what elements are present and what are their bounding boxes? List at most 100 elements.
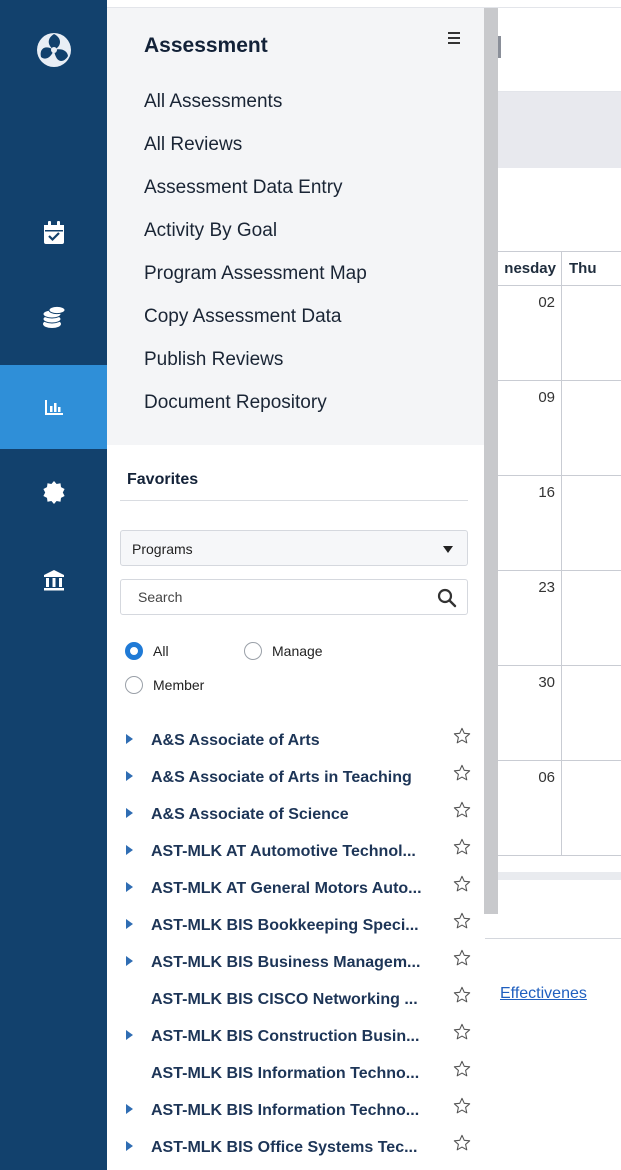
menu-item-activity-by-goal[interactable]: Activity By Goal — [144, 220, 367, 263]
calendar-date: 06 — [538, 769, 555, 786]
effectiveness-link[interactable]: Effectivenes — [500, 985, 587, 1003]
menu-list: All Assessments All Reviews Assessment D… — [144, 91, 367, 435]
program-name[interactable]: AST-MLK AT Automotive Technol... — [151, 843, 441, 861]
program-item[interactable]: AST-MLK AT Automotive Technol... — [107, 834, 485, 871]
expand-caret-icon[interactable] — [126, 771, 133, 781]
program-name[interactable]: A&S Associate of Science — [151, 806, 441, 824]
page-divider — [484, 938, 621, 939]
calendar-header: nesday Thu — [484, 252, 621, 286]
assessment-menu: Assessment All Assessments All Reviews A… — [107, 8, 485, 445]
program-name[interactable]: AST-MLK BIS Business Managem... — [151, 954, 441, 972]
expand-caret-icon[interactable] — [126, 1030, 133, 1040]
program-name[interactable]: AST-MLK BIS Office Systems Tec... — [151, 1139, 441, 1157]
program-name[interactable]: AST-MLK BIS Information Techno... — [151, 1065, 441, 1083]
star-icon[interactable] — [453, 1134, 471, 1152]
star-icon[interactable] — [453, 1023, 471, 1041]
program-item[interactable]: AST-MLK BIS Construction Busin... — [107, 1019, 485, 1056]
rail-item-assessment[interactable] — [0, 365, 107, 449]
menu-item-program-assessment-map[interactable]: Program Assessment Map — [144, 263, 367, 306]
menu-item-document-repository[interactable]: Document Repository — [144, 392, 367, 435]
program-name[interactable]: A&S Associate of Arts — [151, 732, 441, 750]
star-icon[interactable] — [453, 949, 471, 967]
calendar-week-row[interactable]: 16 — [484, 476, 621, 571]
triskelion-logo-icon[interactable] — [0, 8, 107, 92]
menu-item-all-assessments[interactable]: All Assessments — [144, 91, 367, 134]
calendar-week-row[interactable]: 23 — [484, 571, 621, 666]
star-icon[interactable] — [453, 1097, 471, 1115]
program-item[interactable]: AST-MLK BIS Business Managem... — [107, 945, 485, 982]
program-name[interactable]: A&S Associate of Arts in Teaching — [151, 769, 441, 787]
program-item[interactable]: AST-MLK BIS Bookkeeping Speci... — [107, 908, 485, 945]
program-item[interactable]: A&S Associate of Arts in Teaching — [107, 760, 485, 797]
program-item[interactable]: AST-MLK BIS CISCO Networking ... — [107, 982, 485, 1019]
institution-icon — [43, 570, 64, 591]
expand-caret-icon[interactable] — [126, 808, 133, 818]
radio-label: All — [153, 643, 169, 659]
rail-item-institution[interactable] — [0, 538, 107, 622]
menu-item-copy-assessment-data[interactable]: Copy Assessment Data — [144, 306, 367, 349]
calendar-week-row[interactable]: 30 — [484, 666, 621, 761]
search-input[interactable] — [122, 581, 422, 613]
radio-dot — [125, 642, 143, 660]
expand-caret-icon[interactable] — [126, 734, 133, 744]
menu-item-assessment-data-entry[interactable]: Assessment Data Entry — [144, 177, 367, 220]
calendar-date: 30 — [538, 674, 555, 691]
hamburger-menu-icon[interactable] — [444, 28, 464, 48]
star-icon[interactable] — [453, 1060, 471, 1078]
favorites-program-list: A&S Associate of Arts A&S Associate of Ar… — [107, 723, 485, 1167]
calendar-grid: nesday Thu 02 09 16 23 30 06 — [484, 251, 621, 875]
program-item[interactable]: AST-MLK BIS Information Techno... — [107, 1093, 485, 1130]
program-name[interactable]: AST-MLK BIS Construction Busin... — [151, 1028, 441, 1046]
calendar-date: 16 — [538, 484, 555, 501]
badge-icon — [42, 481, 65, 504]
calendar-week-row[interactable]: 09 — [484, 381, 621, 476]
calendar-week-row[interactable]: 06 — [484, 761, 621, 856]
calendar-footer-shade — [484, 872, 621, 880]
expand-caret-icon[interactable] — [126, 1141, 133, 1151]
program-item[interactable]: A&S Associate of Arts — [107, 723, 485, 760]
program-item[interactable]: AST-MLK BIS Office Systems Tec... — [107, 1130, 485, 1167]
radio-manage[interactable]: Manage — [244, 642, 323, 660]
star-icon[interactable] — [453, 875, 471, 893]
calendar-date: 02 — [538, 294, 555, 311]
search-icon[interactable] — [437, 588, 457, 608]
radio-label: Manage — [272, 643, 323, 659]
coins-icon — [42, 305, 65, 328]
favorites-type-select[interactable]: Programs — [120, 530, 468, 566]
star-icon[interactable] — [453, 986, 471, 1004]
menu-item-publish-reviews[interactable]: Publish Reviews — [144, 349, 367, 392]
program-name[interactable]: AST-MLK BIS CISCO Networking ... — [151, 991, 441, 1009]
menu-title: Assessment — [144, 34, 268, 57]
star-icon[interactable] — [453, 727, 471, 745]
flyout-scrollbar[interactable] — [484, 8, 498, 914]
star-icon[interactable] — [453, 912, 471, 930]
expand-caret-icon[interactable] — [126, 956, 133, 966]
favorites-search — [120, 579, 468, 615]
program-name[interactable]: AST-MLK BIS Information Techno... — [151, 1102, 441, 1120]
radio-label: Member — [153, 677, 205, 693]
rail-item-budget[interactable] — [0, 275, 107, 359]
expand-caret-icon[interactable] — [126, 845, 133, 855]
radio-dot — [244, 642, 262, 660]
program-item[interactable]: AST-MLK AT General Motors Auto... — [107, 871, 485, 908]
calendar-date: 23 — [538, 579, 555, 596]
radio-all[interactable]: All — [125, 642, 169, 660]
rail-item-calendar[interactable] — [0, 191, 107, 275]
rail-item-badge[interactable] — [0, 450, 107, 534]
menu-item-all-reviews[interactable]: All Reviews — [144, 134, 367, 177]
expand-caret-icon[interactable] — [126, 919, 133, 929]
program-name[interactable]: AST-MLK AT General Motors Auto... — [151, 880, 441, 898]
radio-member[interactable]: Member — [125, 676, 204, 694]
chart-icon — [44, 400, 63, 415]
caret-down-icon — [443, 546, 453, 553]
expand-caret-icon[interactable] — [126, 1104, 133, 1114]
expand-caret-icon[interactable] — [126, 882, 133, 892]
program-item[interactable]: A&S Associate of Science — [107, 797, 485, 834]
star-icon[interactable] — [453, 801, 471, 819]
program-name[interactable]: AST-MLK BIS Bookkeeping Speci... — [151, 917, 441, 935]
star-icon[interactable] — [453, 764, 471, 782]
calendar-week-row[interactable]: 02 — [484, 286, 621, 381]
star-icon[interactable] — [453, 838, 471, 856]
calendar-check-icon — [43, 221, 64, 244]
program-item[interactable]: AST-MLK BIS Information Techno... — [107, 1056, 485, 1093]
